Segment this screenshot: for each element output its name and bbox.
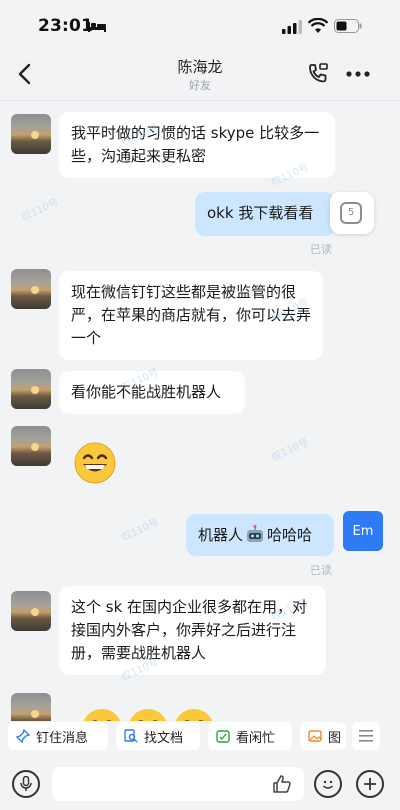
chip-label: 钉住消息 [36, 730, 89, 746]
add-attachment-button[interactable] [356, 770, 384, 798]
pin-icon [16, 729, 30, 743]
chat-header: 陈海龙 好友 [0, 50, 400, 101]
message-bubble[interactable]: 现在微信钉钉这些都是被监管的很严，在苹果的商店就有，你可以去弄一个 [59, 271, 323, 360]
contact-avatar[interactable] [11, 114, 51, 154]
message-input-bar [0, 758, 400, 810]
grinning-face-emoji-icon[interactable] [80, 707, 124, 721]
message-list[interactable]: 我平时做的习惯的话 skype 比较多一些，沟通起来更私密 okk 我下载看看 … [0, 101, 400, 721]
floating-action-button[interactable]: 5 [330, 192, 374, 234]
grinning-face-emoji-icon[interactable] [126, 707, 170, 721]
chip-label: 看闲忙 [236, 730, 276, 746]
chip-label: 图 [328, 730, 342, 746]
image-icon [308, 730, 322, 742]
app-badge-icon: 5 [340, 202, 362, 224]
chat-subtitle: 好友 [189, 79, 211, 92]
microphone-icon [20, 776, 32, 791]
cellular-signal-icon [282, 20, 302, 34]
chat-title: 陈海龙 [177, 58, 223, 76]
status-time: 23:01 [38, 16, 94, 36]
search-doc-icon [124, 729, 138, 743]
read-status: 已读 [310, 243, 332, 256]
sleep-mode-icon [88, 22, 106, 32]
menu-lines-icon [359, 730, 373, 742]
find-document-chip[interactable]: 找文档 [116, 722, 200, 750]
message-text: 哈哈哈 [267, 526, 313, 544]
phone-video-call-icon[interactable] [306, 62, 330, 86]
message-bubble[interactable]: 我平时做的习惯的话 skype 比较多一些，沟通起来更私密 [59, 112, 335, 178]
check-availability-chip[interactable]: 看闲忙 [208, 722, 292, 750]
message-text: 机器人 [198, 526, 244, 544]
watermark-text: 叹110号 [270, 437, 311, 464]
thumbs-up-icon[interactable] [272, 774, 292, 794]
more-options-icon[interactable] [345, 70, 371, 78]
message-bubble[interactable]: 这个 sk 在国内企业很多都在用，对接国内外客户，你弄好之后进行注册，需要战胜机… [59, 586, 326, 675]
quick-action-bar: 钉住消息 找文档 看闲忙 图 [0, 722, 400, 752]
contact-avatar[interactable] [11, 369, 51, 409]
plus-icon [364, 778, 376, 790]
smiley-icon [323, 780, 333, 789]
contact-avatar[interactable] [11, 269, 51, 309]
status-bar: 23:01 [0, 0, 400, 50]
quick-actions-menu-button[interactable] [352, 722, 380, 750]
watermark-text: 叹110号 [20, 197, 61, 224]
robot-emoji-icon [247, 525, 264, 542]
image-chip[interactable]: 图 [300, 722, 346, 750]
my-message-bubble[interactable]: okk 我下载看看 [195, 192, 335, 236]
my-avatar[interactable]: Em [343, 511, 383, 551]
emoji-button[interactable] [314, 770, 342, 798]
chip-label: 找文档 [144, 730, 184, 746]
grinning-face-emoji-icon[interactable] [172, 707, 216, 721]
read-status: 已读 [310, 564, 332, 577]
message-bubble[interactable]: 看你能不能战胜机器人 [59, 371, 245, 414]
watermark-text: 叹110号 [120, 517, 161, 544]
voice-input-button[interactable] [12, 770, 40, 798]
contact-avatar[interactable] [11, 591, 51, 631]
contact-avatar[interactable] [11, 426, 51, 466]
grinning-face-emoji-icon[interactable] [73, 441, 117, 485]
contact-avatar[interactable] [11, 693, 51, 721]
my-message-bubble[interactable]: 机器人 哈哈哈 [186, 514, 334, 556]
wifi-icon [308, 18, 328, 33]
message-input[interactable] [52, 767, 304, 801]
battery-icon [334, 19, 362, 33]
calendar-check-icon [216, 730, 230, 743]
pin-message-chip[interactable]: 钉住消息 [8, 722, 108, 750]
